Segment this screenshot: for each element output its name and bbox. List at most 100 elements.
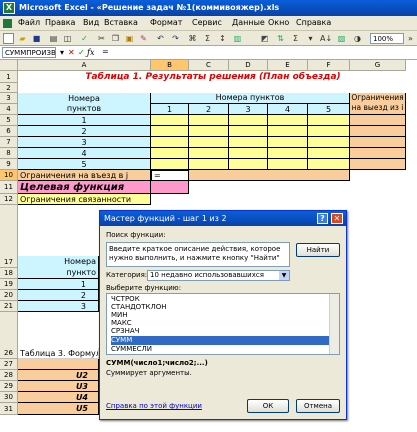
row-header-3[interactable]: 3	[0, 93, 18, 104]
print-icon[interactable]: ▤	[48, 33, 59, 44]
zoom-select[interactable]: 100%	[370, 33, 404, 44]
sort-a-icon[interactable]: A↓	[320, 33, 332, 44]
row-header-6[interactable]: 6	[0, 126, 18, 137]
col-num-cell[interactable]: 5	[308, 104, 350, 115]
row-num-cell[interactable]: 2	[18, 126, 151, 137]
find-button[interactable]: Найти	[296, 243, 340, 257]
lower-row-num-cell[interactable]: 1	[18, 279, 99, 290]
menu-edit[interactable]: Правка	[45, 18, 75, 27]
objective-value-cell[interactable]	[151, 181, 189, 194]
autosum-icon[interactable]: Σ	[202, 33, 213, 44]
sort-asc-icon[interactable]: ⇅	[275, 33, 286, 44]
function-list[interactable]: ЧСТРОК СТАНДОТКЛОН МИН МАКС СРЗНАЧ СУММ …	[106, 293, 340, 355]
row-header-29[interactable]: 29	[0, 381, 18, 392]
col-num-cell[interactable]: 1	[151, 104, 189, 115]
spelling-icon[interactable]: ✓	[79, 33, 90, 44]
col-num-cell[interactable]: 2	[189, 104, 229, 115]
undo-icon[interactable]: ↶	[155, 33, 166, 44]
column-header-e[interactable]: E	[268, 60, 308, 71]
u-label-cell[interactable]: U4	[18, 392, 99, 403]
menu-help[interactable]: Справка	[296, 18, 331, 27]
menu-format[interactable]: Формат	[150, 18, 182, 27]
toolbar-options-icon[interactable]: »	[405, 33, 416, 44]
select-all-corner[interactable]	[0, 60, 18, 71]
sum-icon[interactable]: Σ	[290, 33, 301, 44]
row-header-1[interactable]: 1	[0, 71, 18, 83]
hyperlink-icon[interactable]: ⌘	[187, 33, 198, 44]
col-num-cell[interactable]: 4	[268, 104, 308, 115]
column-header-g[interactable]: G	[350, 60, 406, 71]
lower-row-num-cell[interactable]: 2	[18, 290, 99, 301]
ok-button[interactable]: ОК	[247, 399, 289, 413]
lower-header-cell[interactable]: Номера пункто	[18, 256, 99, 279]
objective-label-cell[interactable]: Целевая функция	[18, 181, 151, 194]
column-header-f[interactable]: F	[308, 60, 350, 71]
row-header-9[interactable]: 9	[0, 159, 18, 170]
chevron-down-icon[interactable]: ▼	[279, 271, 289, 280]
drawing-icon[interactable]: ◩	[259, 33, 270, 44]
name-box-dropdown-icon[interactable]: ▾	[60, 47, 64, 58]
row-header-27[interactable]: 27	[0, 359, 18, 370]
row-header-18[interactable]: 18	[0, 268, 18, 279]
row-header-17[interactable]: 17	[0, 256, 18, 268]
function-list-item[interactable]: СУММЕСЛИ	[111, 345, 329, 354]
open-icon[interactable]: ▰	[17, 33, 28, 44]
help-icon[interactable]: ?	[317, 213, 328, 224]
lower-row-num-cell[interactable]: 3	[18, 301, 99, 312]
enter-formula-icon[interactable]: ✓	[78, 47, 85, 58]
row-header-8[interactable]: 8	[0, 148, 18, 159]
row-num-cell[interactable]: 1	[18, 115, 151, 126]
row-num-cell[interactable]: 3	[18, 137, 151, 148]
exit-limit-column[interactable]	[350, 115, 406, 170]
sort-icon[interactable]: ↕	[217, 33, 228, 44]
column-header-a[interactable]: A	[18, 60, 151, 71]
sum-dropdown-icon[interactable]: ▾	[305, 33, 316, 44]
row-header-19[interactable]: 19	[0, 279, 18, 290]
menu-view[interactable]: Вид	[83, 18, 99, 27]
row-header-4[interactable]: 4	[0, 104, 18, 115]
cancel-button[interactable]: Отмена	[296, 399, 340, 413]
row-header-7[interactable]: 7	[0, 137, 18, 148]
menu-window[interactable]: Окно	[268, 18, 289, 27]
category-select[interactable]: 10 недавно использовавшихся ▼	[147, 270, 290, 281]
new-icon[interactable]	[3, 33, 14, 44]
redo-icon[interactable]: ↷	[170, 33, 181, 44]
cut-icon[interactable]: ✂	[96, 33, 107, 44]
function-list-item-selected[interactable]: СУММ	[111, 336, 329, 345]
row-header-26[interactable]: 26	[0, 348, 18, 359]
active-cell-b10[interactable]: =	[151, 170, 189, 181]
row-header-21[interactable]: 21	[0, 301, 18, 312]
function-help-link[interactable]: Справка по этой функции	[106, 402, 202, 410]
search-function-input[interactable]: Введите краткое описание действия, котор…	[106, 242, 290, 267]
preview-icon[interactable]: ◫	[62, 33, 73, 44]
column-header-c[interactable]: C	[189, 60, 229, 71]
copy-icon[interactable]: ❐	[110, 33, 121, 44]
connectivity-label-cell[interactable]: Ограничения связанности	[18, 194, 151, 205]
header-points-cell[interactable]: Номера пунктов	[151, 93, 350, 104]
u-label-cell[interactable]: U2	[18, 370, 99, 381]
row-num-cell[interactable]: 4	[18, 148, 151, 159]
row-header-10[interactable]: 10	[0, 170, 18, 181]
chart-wizard-icon[interactable]: ▧	[336, 33, 347, 44]
menu-data[interactable]: Данные	[232, 18, 265, 27]
formula-input[interactable]: =	[102, 47, 109, 56]
header-limit-cell[interactable]: Ограничения на выезд из i	[350, 93, 406, 115]
u-label-cell[interactable]: U3	[18, 381, 99, 392]
menu-file[interactable]: Файл	[18, 18, 40, 27]
row-header-20[interactable]: 20	[0, 290, 18, 301]
format-painter-icon[interactable]: ✎	[138, 33, 149, 44]
close-icon[interactable]: ✕	[331, 213, 343, 224]
table3-header-cell[interactable]	[18, 359, 99, 370]
paste-icon[interactable]: ▣	[124, 33, 135, 44]
column-header-b[interactable]: B	[151, 60, 189, 71]
name-box[interactable]: СУММПРОИЗВ	[2, 47, 56, 58]
u-label-cell[interactable]: U5	[18, 403, 99, 415]
table3-title-cell[interactable]: Таблица 3. Формулы	[18, 348, 99, 359]
chart-icon[interactable]: ▥	[232, 33, 243, 44]
header-numbers-cell[interactable]: Номера пунктов	[18, 93, 151, 115]
menu-tools[interactable]: Сервис	[192, 18, 222, 27]
menu-insert[interactable]: Вставка	[104, 18, 138, 27]
col-num-cell[interactable]: 3	[229, 104, 268, 115]
row-header-11[interactable]: 11	[0, 181, 18, 194]
row-header-5[interactable]: 5	[0, 115, 18, 126]
